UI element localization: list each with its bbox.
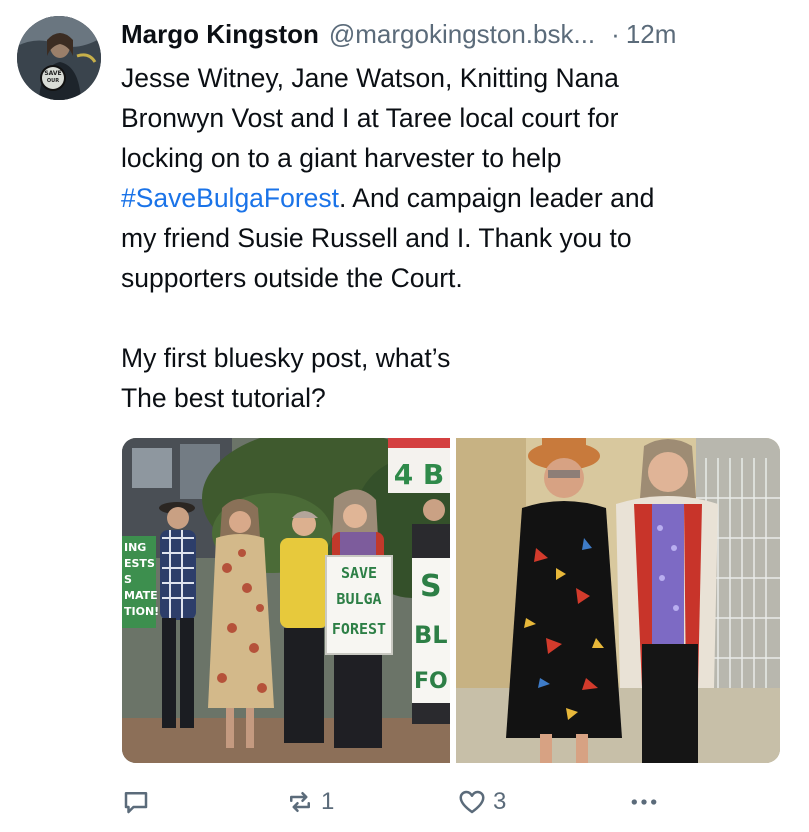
banner-right-text: BL	[414, 621, 448, 649]
post-text-line: supporters outside the Court.	[121, 263, 463, 293]
like-button[interactable]: 3	[457, 784, 506, 820]
more-options-button[interactable]	[627, 784, 661, 820]
banner-left-text: S	[124, 573, 132, 586]
post-header: Margo Kingston @margokingston.bsk... · 1…	[121, 14, 787, 54]
post-text-fragment: . And campaign leader and	[339, 183, 655, 213]
sign-text: FOREST	[332, 620, 386, 638]
author-handle[interactable]: @margokingston.bsk...	[329, 19, 595, 50]
two-women-photo	[456, 438, 780, 763]
banner-left-text: MATE	[124, 589, 158, 602]
banner-right-text: S	[420, 569, 442, 604]
post-images: 4 B ING ESTS S MATE TION! SAVE BULGA FOR…	[122, 438, 780, 763]
post-image-group-photo[interactable]: 4 B ING ESTS S MATE TION! SAVE BULGA FOR…	[122, 438, 450, 763]
banner-left-text: ING	[124, 541, 146, 554]
post-text-line: #SaveBulgaForest. And campaign leader an…	[121, 178, 771, 218]
banner-left-text: ESTS	[124, 557, 155, 570]
hashtag-link[interactable]: #SaveBulgaForest	[121, 183, 339, 213]
post: SAVE OUR Margo Kingston @margokingston.b…	[0, 0, 809, 832]
author-avatar[interactable]: SAVE OUR	[17, 16, 101, 100]
svg-text:SAVE: SAVE	[44, 70, 61, 77]
post-text-line: The best tutorial?	[121, 383, 326, 413]
post-text-line: locking on to a giant harvester to help	[121, 143, 562, 173]
separator-dot: ·	[611, 18, 620, 49]
post-text-line: my friend Susie Russell and I. Thank you…	[121, 223, 632, 253]
post-text-line: Bronwyn Vost and I at Taree local court …	[121, 103, 619, 133]
repost-count: 1	[321, 788, 335, 815]
post-text-line: My first bluesky post, what’s	[121, 343, 451, 373]
sign-text: BULGA	[336, 590, 381, 608]
banner-right-text: FO	[414, 669, 448, 694]
repost-icon	[290, 792, 310, 812]
avatar-photo: SAVE OUR	[17, 16, 101, 100]
post-text: Jesse Witney, Jane Watson, Knitting Nana…	[121, 58, 771, 418]
svg-text:OUR: OUR	[47, 78, 59, 84]
post-timestamp[interactable]: 12m	[626, 19, 677, 50]
repost-button[interactable]: 1	[285, 784, 334, 820]
like-count: 3	[493, 788, 507, 815]
author-display-name[interactable]: Margo Kingston	[121, 19, 319, 50]
sign-text: SAVE	[341, 564, 377, 582]
more-icon	[631, 799, 657, 805]
top-sign-text: 4 B	[394, 458, 445, 491]
comment-icon	[124, 792, 148, 814]
group-photo: 4 B ING ESTS S MATE TION! SAVE BULGA FOR…	[122, 438, 450, 763]
post-text-line: Jesse Witney, Jane Watson, Knitting Nana	[121, 63, 619, 93]
heart-icon	[459, 790, 485, 814]
post-actions: 1 3	[121, 784, 671, 820]
banner-left-text: TION!	[124, 605, 159, 618]
post-text-blank-line	[121, 298, 771, 338]
post-image-two-women-photo[interactable]	[456, 438, 780, 763]
reply-button[interactable]	[121, 784, 151, 820]
